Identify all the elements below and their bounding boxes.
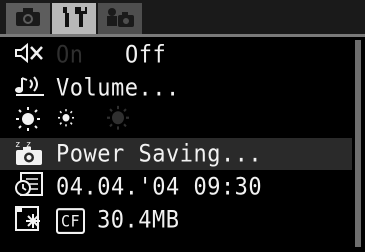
menu-scrollbar[interactable] xyxy=(355,40,361,247)
mute-off-option[interactable]: Off xyxy=(125,42,166,69)
power-saving-label: Power Saving... xyxy=(56,140,263,168)
scrollbar-thumb[interactable] xyxy=(355,40,361,247)
menu-item-power-saving[interactable]: z z Power Saving... xyxy=(0,138,352,170)
tab-shooting[interactable] xyxy=(6,3,50,34)
card-capacity-value: 30.4MB xyxy=(97,206,180,234)
sun-large-icon[interactable] xyxy=(106,105,130,137)
tools-icon xyxy=(59,5,89,33)
tab-divider xyxy=(0,34,365,37)
menu-item-volume[interactable]: Volume... xyxy=(0,72,352,104)
menu-item-format[interactable]: CF 30.4MB xyxy=(0,204,352,236)
camera-icon xyxy=(15,7,41,31)
tab-setup[interactable] xyxy=(52,3,96,34)
mute-on-option[interactable]: On xyxy=(56,42,84,69)
cf-card-icon: CF xyxy=(56,207,86,233)
sun-small-icon[interactable] xyxy=(56,107,76,135)
volume-label: Volume... xyxy=(56,74,180,102)
power-saving-icon: z z xyxy=(14,138,44,170)
tab-bar xyxy=(0,0,365,34)
menu-item-lcd-brightness[interactable] xyxy=(0,105,352,137)
tab-my-camera[interactable] xyxy=(98,3,142,34)
my-camera-icon xyxy=(105,6,135,32)
menu-item-mute[interactable]: On Off xyxy=(0,39,352,71)
clock-icon xyxy=(14,172,44,202)
format-card-icon xyxy=(14,204,44,236)
brightness-icon xyxy=(14,106,42,136)
speaker-muted-icon xyxy=(14,42,44,68)
volume-icon xyxy=(14,74,46,102)
date-time-value: 04.04.'04 09:30 xyxy=(56,173,263,201)
menu-item-date-time[interactable]: 04.04.'04 09:30 xyxy=(0,171,352,203)
camera-menu-screen: On Off Volume... z z Power Saving... 04.… xyxy=(0,0,365,252)
